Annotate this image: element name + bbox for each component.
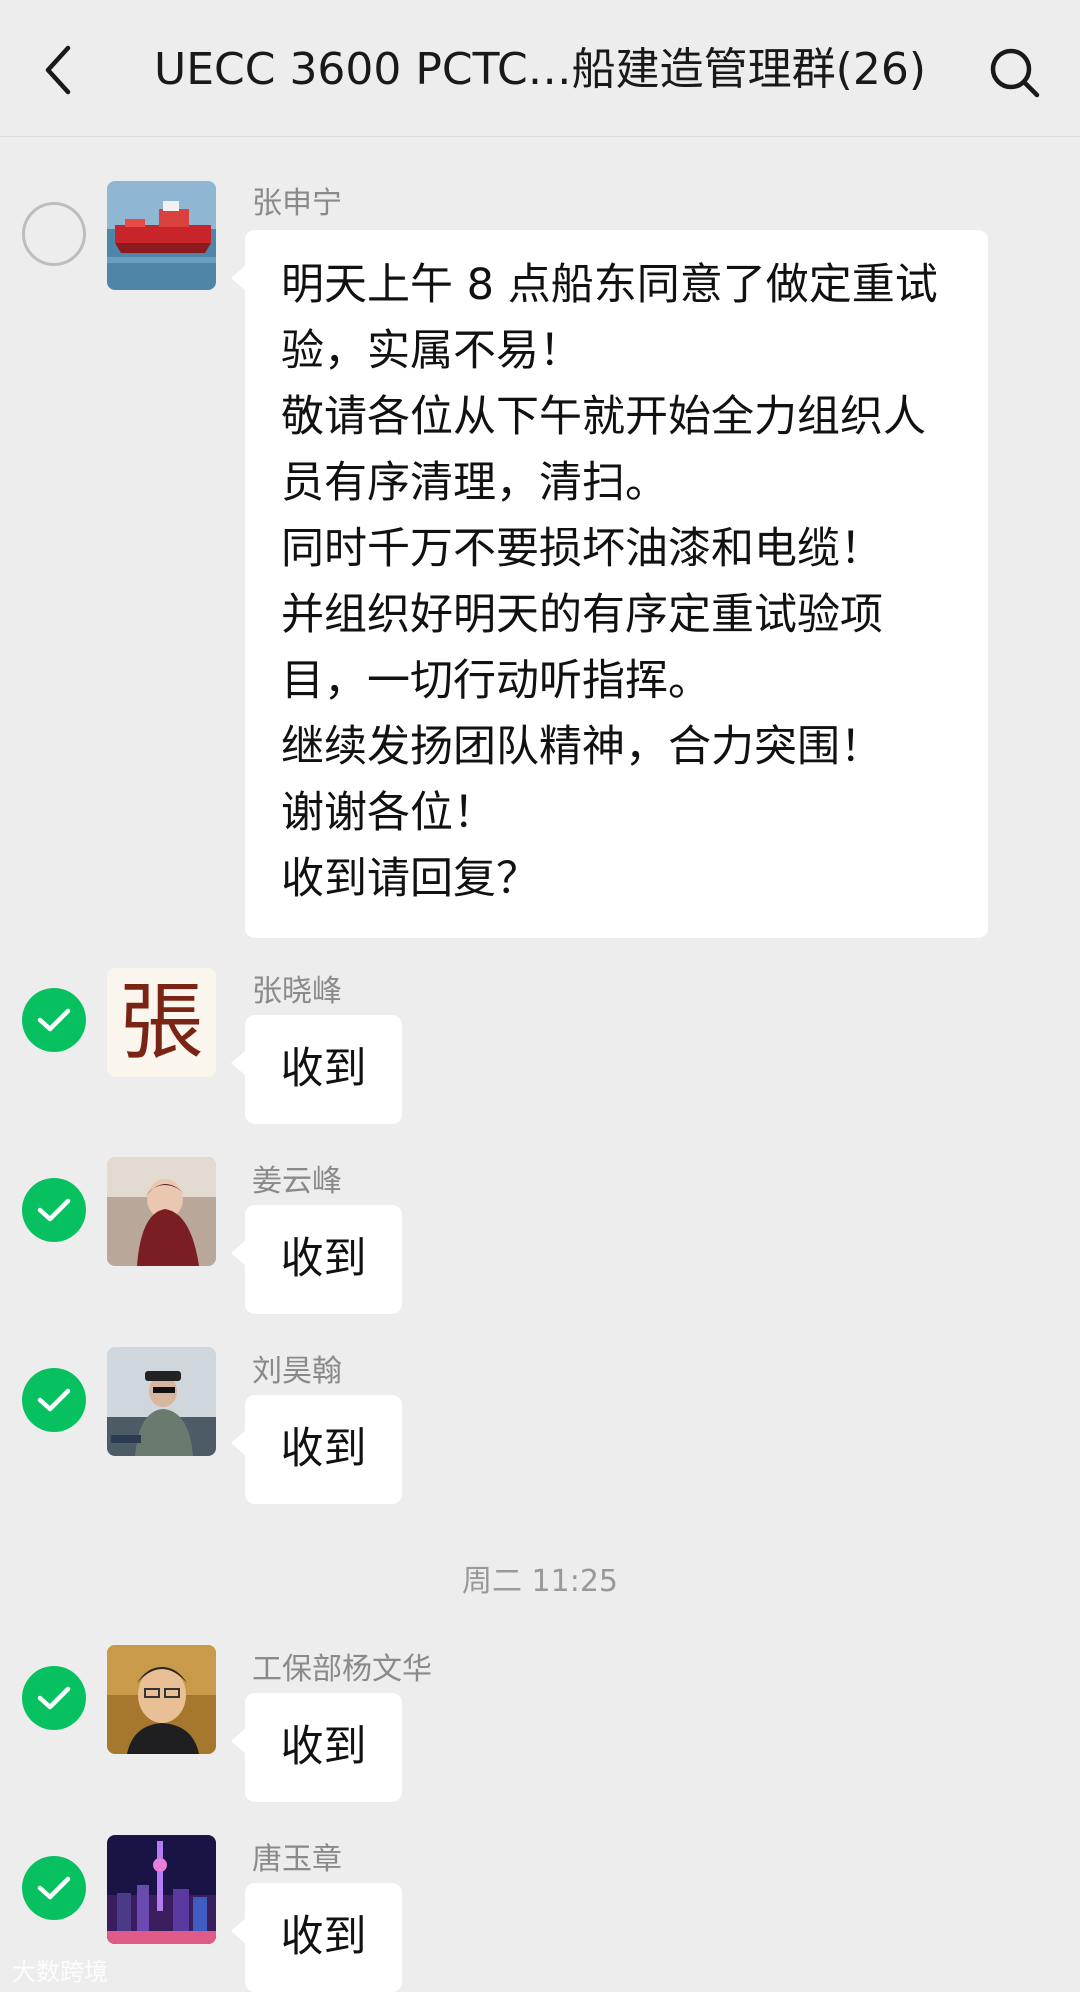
back-button[interactable] bbox=[28, 40, 88, 100]
sender-name: 工保部杨文华 bbox=[252, 1652, 432, 1687]
avatar[interactable]: 張 bbox=[107, 968, 216, 1077]
officer-photo-icon bbox=[107, 1347, 216, 1456]
city-night-photo-icon bbox=[107, 1835, 216, 1944]
checkmark-icon bbox=[37, 1008, 71, 1032]
chat-title: UECC 3600 PCTC…船建造管理群(26) bbox=[154, 44, 926, 95]
message-bubble[interactable]: 收到 bbox=[231, 1015, 402, 1124]
sender-name: 唐玉章 bbox=[252, 1842, 342, 1877]
select-checkbox[interactable] bbox=[22, 1856, 86, 1920]
child-photo-icon bbox=[107, 1157, 216, 1266]
ship-photo-icon bbox=[107, 181, 216, 290]
message-bubble[interactable]: 收到 bbox=[231, 1693, 402, 1802]
chat-header: UECC 3600 PCTC…船建造管理群(26) bbox=[0, 0, 1080, 137]
select-checkbox[interactable] bbox=[22, 1666, 86, 1730]
avatar[interactable] bbox=[107, 1157, 216, 1266]
message-line: 继续发扬团队精神，合力突围！ bbox=[281, 722, 883, 772]
sender-name: 刘昊翰 bbox=[252, 1354, 342, 1389]
watermark: 大数跨境 bbox=[12, 1958, 108, 1986]
search-button[interactable] bbox=[980, 38, 1050, 108]
sender-name: 张晓峰 bbox=[252, 974, 342, 1009]
select-checkbox[interactable] bbox=[22, 1178, 86, 1242]
message-line: 同时千万不要损坏油漆和电缆！ bbox=[281, 524, 883, 574]
avatar[interactable] bbox=[107, 1645, 216, 1754]
message-line: 收到请回复？ bbox=[281, 854, 539, 904]
avatar[interactable] bbox=[107, 1835, 216, 1944]
message-bubble[interactable]: 收到 bbox=[231, 1883, 402, 1992]
avatar[interactable] bbox=[107, 181, 216, 290]
message-line: 目，一切行动听指挥。 bbox=[281, 656, 711, 706]
message-bubble[interactable]: 收到 bbox=[231, 1395, 402, 1504]
sender-name: 姜云峰 bbox=[252, 1164, 342, 1199]
avatar-calligraphy: 張 bbox=[119, 973, 204, 1071]
sender-name: 张申宁 bbox=[252, 186, 342, 221]
search-icon bbox=[990, 48, 1040, 98]
man-portrait-icon bbox=[107, 1645, 216, 1754]
chevron-left-icon bbox=[45, 45, 71, 95]
checkmark-icon bbox=[37, 1388, 71, 1412]
checkmark-icon bbox=[37, 1198, 71, 1222]
message-bubble[interactable]: 明天上午 8 点船东同意了做定重试 验，实属不易！ 敬请各位从下午就开始全力组织… bbox=[231, 230, 988, 938]
message-line: 员有序清理，清扫。 bbox=[281, 458, 668, 508]
message-line: 敬请各位从下午就开始全力组织人 bbox=[281, 392, 926, 442]
select-checkbox[interactable] bbox=[22, 988, 86, 1052]
message-line: 明天上午 8 点船东同意了做定重试 bbox=[281, 260, 938, 310]
select-checkbox[interactable] bbox=[22, 202, 86, 266]
select-checkbox[interactable] bbox=[22, 1368, 86, 1432]
time-separator: 周二 11:25 bbox=[462, 1564, 618, 1599]
checkmark-icon bbox=[37, 1686, 71, 1710]
avatar[interactable] bbox=[107, 1347, 216, 1456]
message-line: 谢谢各位！ bbox=[281, 788, 496, 838]
message-line: 验，实属不易！ bbox=[281, 326, 582, 376]
message-bubble[interactable]: 收到 bbox=[231, 1205, 402, 1314]
message-line: 并组织好明天的有序定重试验项 bbox=[281, 590, 883, 640]
checkmark-icon bbox=[37, 1876, 71, 1900]
